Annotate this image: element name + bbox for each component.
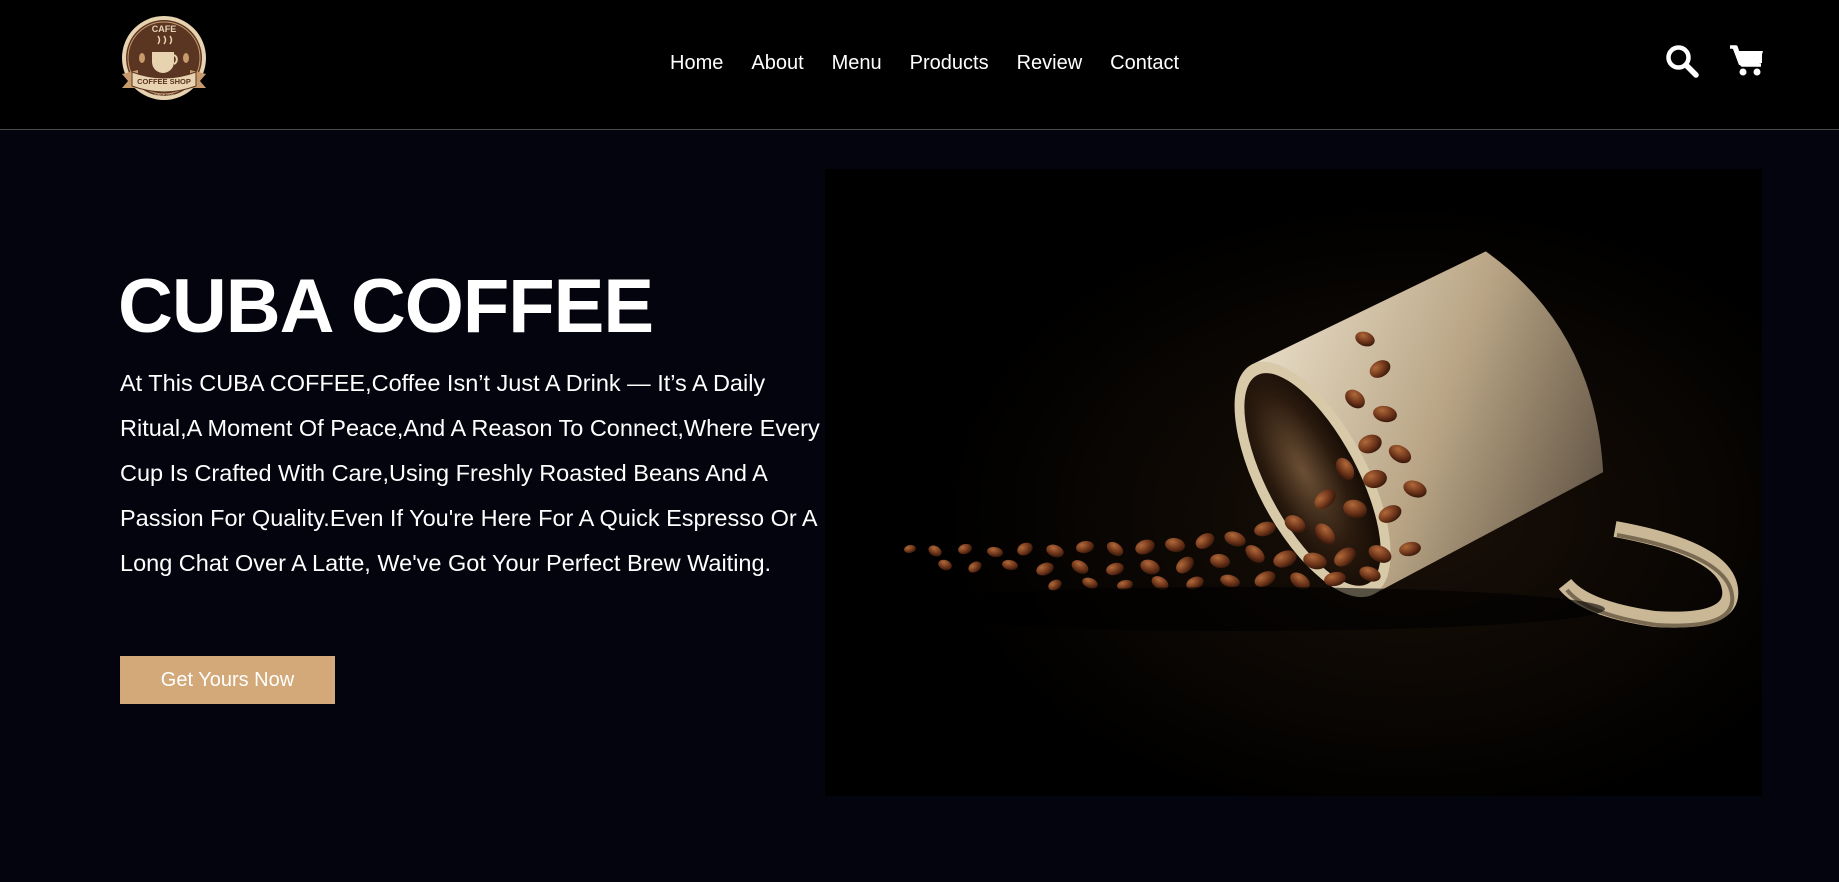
hero-coffee-image [825,169,1762,796]
header-actions [1665,44,1763,78]
nav-item-review[interactable]: Review [1017,52,1083,74]
nav-item-about[interactable]: About [751,52,803,74]
spilled-coffee-cup-image [825,169,1762,796]
logo-badge-icon: CAFE COFFEE SHOP SINCE 2020 [122,16,206,100]
logo-banner-text: COFFEE SHOP [137,77,191,86]
search-icon[interactable] [1665,44,1699,78]
nav-item-contact[interactable]: Contact [1110,52,1179,74]
coffee-shop-logo[interactable]: CAFE COFFEE SHOP SINCE 2020 [118,14,210,104]
logo-top-text: CAFE [152,24,177,34]
nav-item-products[interactable]: Products [910,52,989,74]
nav-item-home[interactable]: Home [670,52,723,74]
get-yours-now-button[interactable]: Get Yours Now [120,656,335,704]
main-nav: Home About Menu Products Review Contact [670,52,1207,74]
nav-item-menu[interactable]: Menu [832,52,882,74]
hero-description: At This CUBA COFFEE,Coffee Isn’t Just A … [120,370,820,576]
site-header: CAFE COFFEE SHOP SINCE 2020 Home About M… [0,0,1839,130]
cart-icon[interactable] [1729,44,1763,78]
hero-section: CUBA COFFEE At This CUBA COFFEE,Coffee I… [0,131,1839,882]
hero-title: CUBA COFFEE [118,264,654,349]
logo-since-text: SINCE 2020 [154,93,174,97]
